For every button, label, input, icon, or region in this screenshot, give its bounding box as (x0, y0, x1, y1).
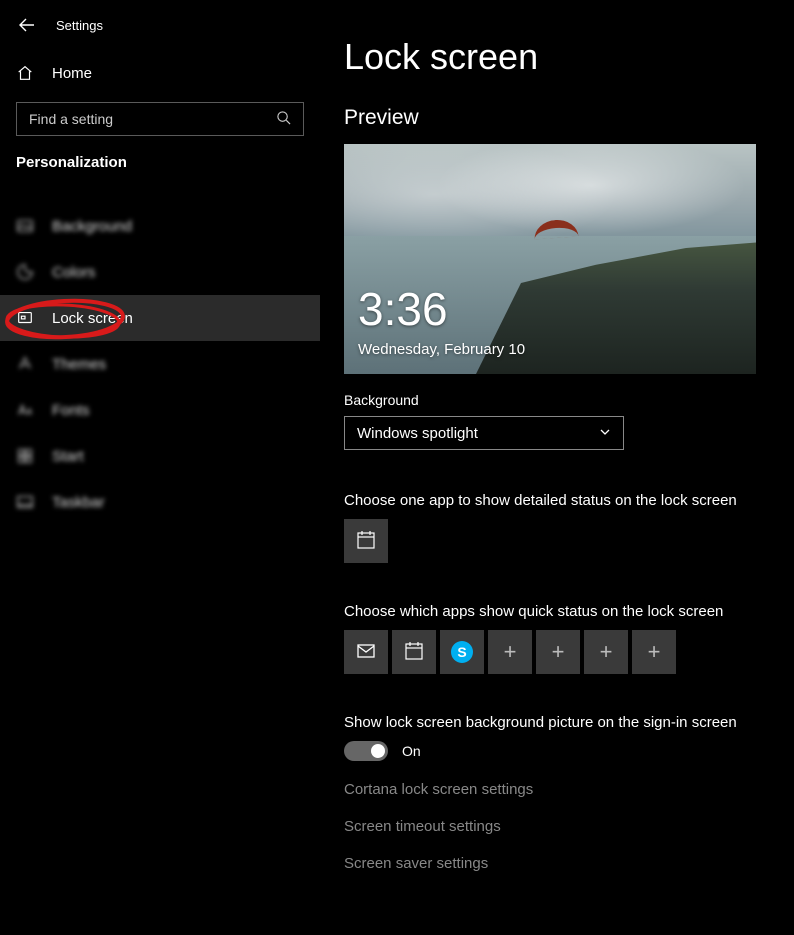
picture-icon (16, 217, 34, 235)
quick-status-row: S + + + + (344, 630, 758, 674)
sidebar-item-start[interactable]: Start (0, 433, 320, 479)
main-content: Lock screen Preview 3:36 Wednesday, Febr… (320, 0, 794, 935)
signin-bg-label: Show lock screen background picture on t… (344, 714, 758, 731)
background-label: Background (344, 392, 758, 408)
plus-icon: + (504, 639, 517, 665)
start-icon (16, 447, 34, 465)
titlebar: Settings (0, 8, 320, 54)
sidebar-item-colors[interactable]: Colors (0, 249, 320, 295)
sidebar-item-label: Fonts (52, 402, 90, 419)
sidebar-item-taskbar[interactable]: Taskbar (0, 479, 320, 525)
palette-icon (16, 263, 34, 281)
plus-icon: + (552, 639, 565, 665)
nav-list: Background Colors Lock screen Themes Fon… (0, 203, 320, 525)
quick-status-label: Choose which apps show quick status on t… (344, 603, 758, 620)
settings-sidebar: Settings Home Personalization Background… (0, 0, 320, 935)
sidebar-item-label: Colors (52, 264, 95, 281)
sidebar-item-label: Start (52, 448, 84, 465)
quick-app-skype[interactable]: S (440, 630, 484, 674)
home-nav[interactable]: Home (0, 54, 320, 92)
section-heading: Personalization (0, 154, 320, 185)
search-box[interactable] (16, 102, 304, 136)
sidebar-item-label: Lock screen (52, 310, 133, 327)
preview-heading: Preview (344, 106, 758, 130)
background-dropdown[interactable]: Windows spotlight (344, 416, 624, 450)
skype-icon: S (451, 641, 473, 663)
sidebar-item-fonts[interactable]: Fonts (0, 387, 320, 433)
detailed-app-calendar[interactable] (344, 519, 388, 563)
calendar-icon (403, 640, 425, 665)
link-cortana-settings[interactable]: Cortana lock screen settings (344, 781, 758, 798)
sidebar-item-themes[interactable]: Themes (0, 341, 320, 387)
taskbar-icon (16, 493, 34, 511)
quick-app-calendar[interactable] (392, 630, 436, 674)
plus-icon: + (600, 639, 613, 665)
search-input[interactable] (29, 111, 276, 127)
chevron-down-icon (599, 425, 611, 442)
sidebar-item-background[interactable]: Background (0, 203, 320, 249)
sidebar-item-label: Background (52, 218, 132, 235)
page-title: Lock screen (344, 36, 758, 78)
sidebar-item-lock-screen[interactable]: Lock screen (0, 295, 320, 341)
lock-screen-preview: 3:36 Wednesday, February 10 (344, 144, 756, 374)
quick-app-add-4[interactable]: + (632, 630, 676, 674)
calendar-icon (355, 529, 377, 554)
preview-clock: 3:36 (358, 282, 448, 336)
search-icon (276, 110, 291, 128)
quick-app-add-3[interactable]: + (584, 630, 628, 674)
mail-icon (355, 640, 377, 665)
fonts-icon (16, 401, 34, 419)
link-screensaver-settings[interactable]: Screen saver settings (344, 855, 758, 872)
detailed-status-label: Choose one app to show detailed status o… (344, 492, 758, 509)
toggle-state: On (402, 743, 421, 759)
preview-date: Wednesday, February 10 (358, 341, 525, 358)
quick-app-add-2[interactable]: + (536, 630, 580, 674)
dropdown-value: Windows spotlight (357, 425, 478, 442)
quick-app-mail[interactable] (344, 630, 388, 674)
detailed-status-row (344, 519, 758, 563)
sidebar-item-label: Taskbar (52, 494, 105, 511)
quick-app-add-1[interactable]: + (488, 630, 532, 674)
back-icon[interactable] (18, 16, 36, 34)
lock-screen-icon (16, 309, 34, 327)
home-icon (16, 64, 34, 82)
themes-icon (16, 355, 34, 373)
home-label: Home (52, 65, 92, 82)
window-title: Settings (56, 18, 103, 33)
sidebar-item-label: Themes (52, 356, 106, 373)
signin-bg-toggle[interactable] (344, 741, 388, 761)
link-timeout-settings[interactable]: Screen timeout settings (344, 818, 758, 835)
plus-icon: + (648, 639, 661, 665)
